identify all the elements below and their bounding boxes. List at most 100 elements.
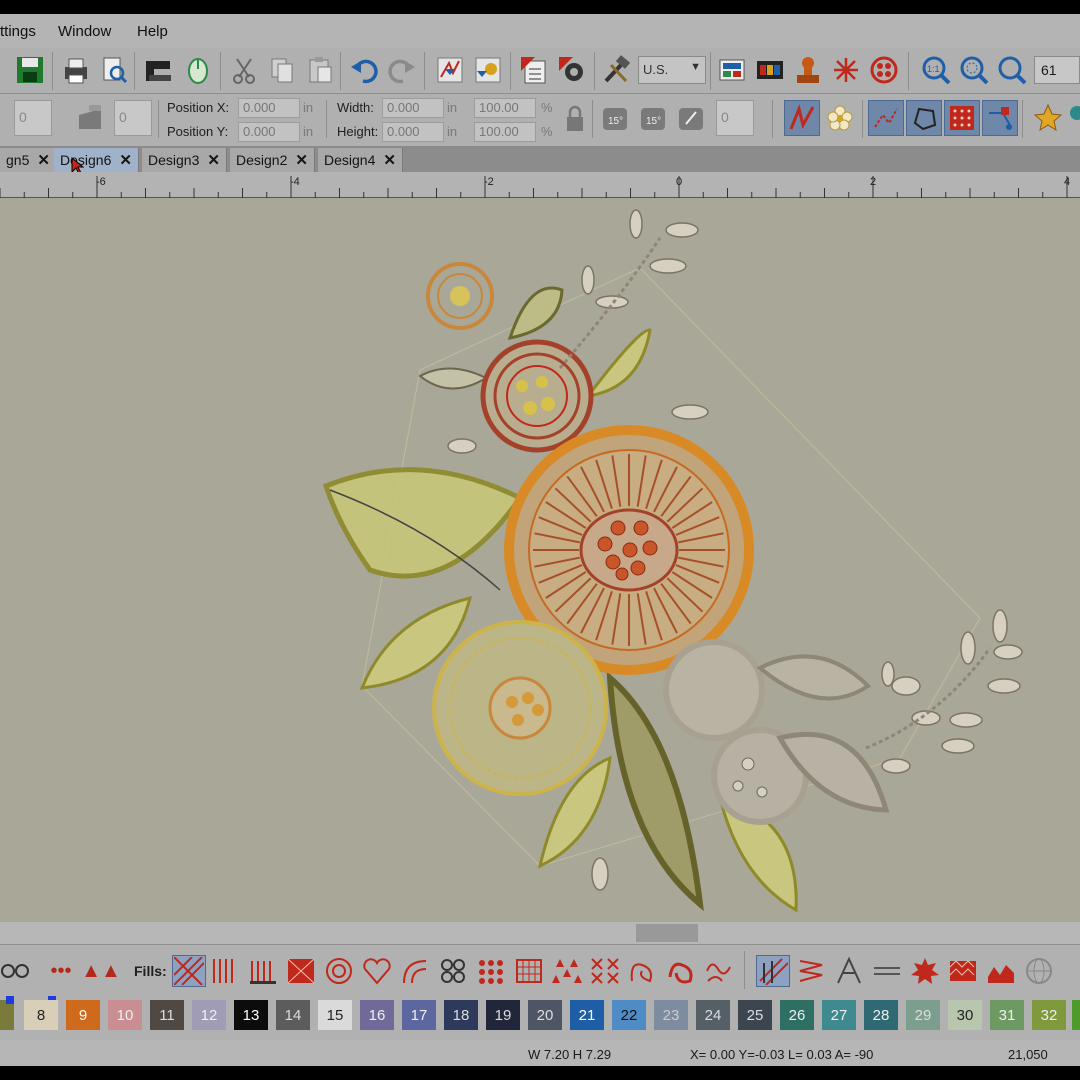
color-swatch[interactable]: 23 [654,1000,688,1030]
print-preview-icon[interactable] [96,52,132,88]
color-swatch[interactable]: 17 [402,1000,436,1030]
color-swatch[interactable]: 15 [318,1000,352,1030]
color-swatch[interactable]: 24 [696,1000,730,1030]
machine-icon[interactable] [140,52,176,88]
stitch-ripple-icon[interactable] [984,955,1018,987]
swirl-icon[interactable] [828,52,864,88]
width-field[interactable]: 0.000 [382,98,444,118]
height-field[interactable]: 0.000 [382,122,444,142]
color-swatch[interactable]: 29 [906,1000,940,1030]
stitch-lines-icon[interactable] [870,955,904,987]
print-icon[interactable] [58,52,94,88]
rotate-right-15-icon[interactable]: 15° [636,100,672,136]
close-icon[interactable]: ✕ [119,152,132,169]
copy-icon[interactable] [264,52,300,88]
tools-icon[interactable] [598,52,634,88]
properties-icon[interactable] [516,52,552,88]
color-swatch[interactable]: 19 [486,1000,520,1030]
zoom-actual-icon[interactable]: 1:1 [918,52,954,88]
color-swatch[interactable]: 9 [66,1000,100,1030]
color-swatch[interactable]: 18 [444,1000,478,1030]
close-icon[interactable]: ✕ [383,152,396,169]
stitch-tack-icon[interactable] [832,955,866,987]
tab-design5[interactable]: gn5 ✕ [0,148,57,172]
edit-node-icon[interactable] [982,100,1018,136]
fill-xgrid-icon[interactable] [588,955,622,987]
flower-icon[interactable] [822,100,858,136]
tab-design4[interactable]: Design4 ✕ [318,148,403,172]
stitch-zigzag-icon[interactable] [794,955,828,987]
triangles-icon[interactable]: ▲▲ [81,955,121,987]
stitch-globe-icon[interactable] [1022,955,1056,987]
scrollbar-thumb[interactable] [636,924,698,942]
color-swatch[interactable]: 32 [1032,1000,1066,1030]
color-swatch[interactable]: 10 [108,1000,142,1030]
close-icon[interactable]: ✕ [207,152,220,169]
color-swatch[interactable]: 20 [528,1000,562,1030]
tab-design3[interactable]: Design3 ✕ [142,148,227,172]
fill-heart-icon[interactable] [360,955,394,987]
fill-knot-icon[interactable] [436,955,470,987]
settings-icon[interactable] [554,52,590,88]
zoom-fit-icon[interactable] [956,52,992,88]
menu-help[interactable]: Help [137,23,168,40]
fill-dotgrid-icon[interactable] [474,955,508,987]
fill-vertical-bold-icon[interactable] [246,955,280,987]
color-swatch-partial[interactable] [1072,1000,1080,1030]
color-swatch[interactable]: 16 [360,1000,394,1030]
color-swatch[interactable]: 22 [612,1000,646,1030]
color-swatch[interactable]: 12 [192,1000,226,1030]
rotate-spinner-1[interactable]: 0 [14,100,52,136]
shape-icon[interactable] [1064,100,1080,136]
horizontal-scrollbar[interactable] [0,922,1080,944]
rotate-spinner-2[interactable]: 0 [114,100,152,136]
menu-settings[interactable]: ttings [0,23,36,40]
color-swatch[interactable]: 13 [234,1000,268,1030]
skew-icon[interactable] [72,100,108,136]
close-icon[interactable]: ✕ [295,152,308,169]
satin-stitch-icon[interactable] [784,100,820,136]
run-stitch-icon[interactable] [868,100,904,136]
color-swatch[interactable]: 30 [948,1000,982,1030]
color-swatch[interactable]: 28 [864,1000,898,1030]
measure-system-select[interactable]: U.S. ▼ [638,56,706,84]
fill-meander-icon[interactable] [702,955,736,987]
height-percent-field[interactable]: 100.00 [474,122,536,142]
color-swatch[interactable]: 26 [780,1000,814,1030]
fill-crosshatch-icon[interactable] [284,955,318,987]
color-swatch[interactable]: 21 [570,1000,604,1030]
design-canvas[interactable] [0,198,1080,922]
tab-design6[interactable]: Design6 ✕ [54,148,139,172]
fill-vertical-icon[interactable] [208,955,242,987]
fill-dots-icon[interactable] [944,100,980,136]
lock-aspect-icon[interactable] [556,102,592,138]
zoom-level-input[interactable]: 61 [1034,56,1080,84]
fill-curve-icon[interactable] [398,955,432,987]
angle-spinner[interactable]: 0 [716,100,754,136]
color-swatch[interactable]: 8 [24,1000,58,1030]
close-icon[interactable]: ✕ [37,152,50,169]
save-icon[interactable] [12,52,48,88]
rotate-free-icon[interactable] [674,100,710,136]
background-icon[interactable] [714,52,750,88]
fill-weave-icon[interactable] [172,955,206,987]
convert-icon[interactable] [432,52,468,88]
pattern-icon[interactable] [866,52,902,88]
fill-stipple-icon[interactable] [664,955,698,987]
position-y-field[interactable]: 0.000 [238,122,300,142]
star-icon[interactable] [1030,100,1066,136]
stitch-star-icon[interactable] [908,955,942,987]
fill-squiggle-icon[interactable] [626,955,660,987]
color-swatch-partial[interactable] [0,1000,14,1030]
outline-shape-icon[interactable] [906,100,942,136]
color-swatch[interactable]: 14 [276,1000,310,1030]
color-swatch[interactable]: 11 [150,1000,184,1030]
dots-icon[interactable]: ••• [44,955,78,987]
rotate-left-15-icon[interactable]: 15° [598,100,634,136]
color-swatch[interactable]: 27 [822,1000,856,1030]
cut-icon[interactable] [226,52,262,88]
fill-grid-icon[interactable] [512,955,546,987]
menu-window[interactable]: Window [58,23,111,40]
undo-icon[interactable] [346,52,382,88]
tab-design2[interactable]: Design2 ✕ [230,148,315,172]
